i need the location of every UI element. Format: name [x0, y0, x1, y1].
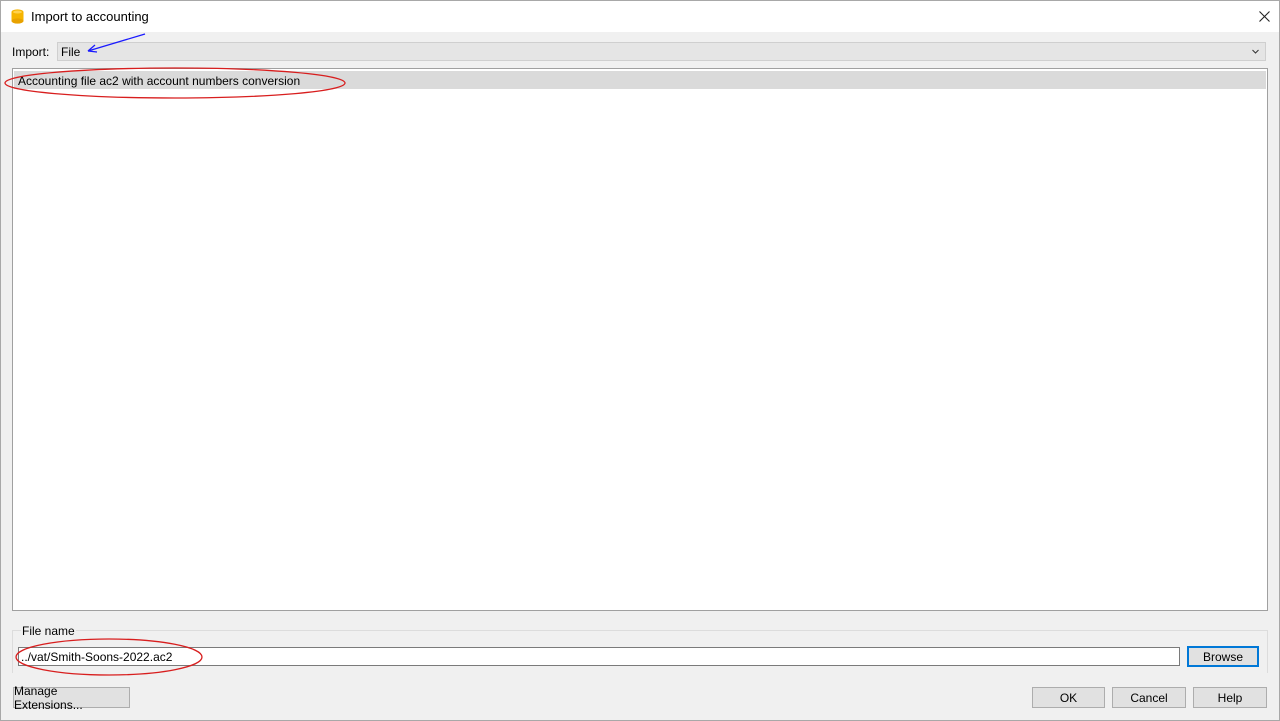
browse-button[interactable]: Browse [1187, 646, 1259, 667]
window-title: Import to accounting [31, 9, 149, 24]
list-item[interactable]: Accounting file ac2 with account numbers… [14, 71, 1266, 89]
title-bar[interactable]: Import to accounting [1, 1, 1279, 32]
chevron-down-icon [1252, 49, 1259, 54]
help-button[interactable]: Help [1193, 687, 1267, 708]
import-format-list[interactable]: Accounting file ac2 with account numbers… [12, 68, 1268, 611]
file-name-input[interactable] [18, 647, 1180, 666]
manage-extensions-button[interactable]: Manage Extensions... [13, 684, 130, 712]
ok-button[interactable]: OK [1032, 687, 1105, 708]
cancel-button[interactable]: Cancel [1112, 687, 1186, 708]
import-label: Import: [12, 45, 50, 59]
import-type-value: File [61, 45, 81, 59]
list-item-label: Accounting file ac2 with account numbers… [18, 74, 301, 88]
import-type-select[interactable]: File [57, 42, 1266, 61]
banana-app-icon [11, 9, 24, 24]
close-button[interactable] [1249, 1, 1279, 32]
file-name-label: File name [21, 624, 76, 638]
close-icon [1258, 11, 1270, 22]
